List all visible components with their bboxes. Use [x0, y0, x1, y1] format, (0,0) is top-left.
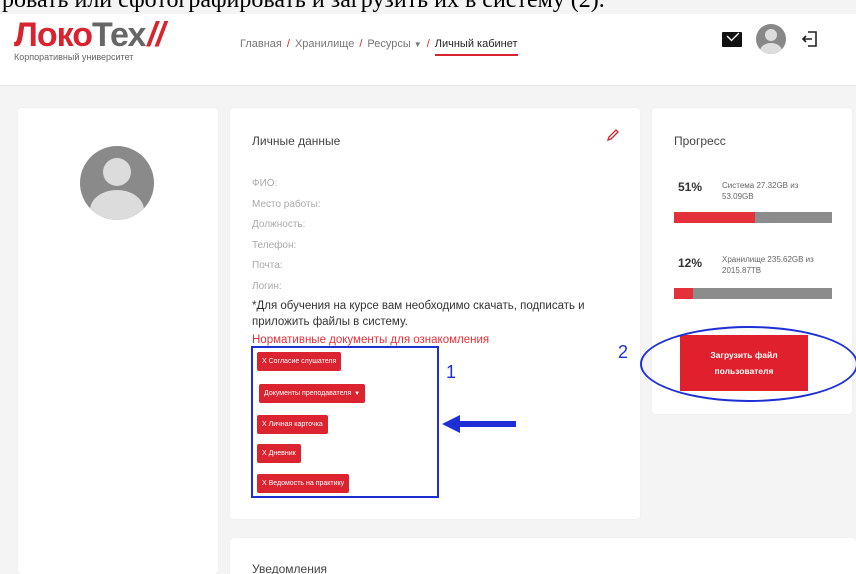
annotation-box-1 — [251, 346, 439, 498]
profile-card — [18, 108, 218, 574]
storage-progress-bar — [674, 288, 832, 299]
system-progress-bar — [674, 212, 832, 223]
logo-slash-icon: // — [147, 16, 165, 54]
field-position: Должность: — [252, 219, 306, 230]
personal-data-title: Личные данные — [252, 134, 341, 148]
instruction-note: *Для обучения на курсе вам необходимо ск… — [252, 300, 585, 328]
field-workplace: Место работы: — [252, 198, 321, 210]
system-progress-fill — [674, 212, 755, 223]
logo[interactable]: ЛокоТех// Корпоративный университет — [14, 16, 165, 62]
nav-storage[interactable]: Хранилище — [295, 38, 354, 50]
notifications-card: Уведомления — [230, 538, 856, 574]
storage-progress-fill — [674, 288, 693, 299]
header-icons — [722, 24, 820, 54]
field-phone: Телефон: — [252, 239, 297, 251]
user-avatar-icon[interactable] — [756, 24, 786, 54]
annotation-arrow-icon — [442, 415, 516, 433]
notifications-title: Уведомления — [252, 562, 328, 574]
logo-text: ЛокоТех// — [14, 16, 165, 54]
storage-usage-label: Хранилище 235.62GB из 2015.87TB — [722, 255, 814, 275]
annotation-ellipse-2 — [640, 326, 856, 402]
profile-avatar — [80, 146, 154, 220]
logout-icon[interactable] — [800, 29, 820, 49]
breadcrumb: Главная / Хранилище / Ресурсы ▼ / Личный … — [240, 32, 518, 56]
nav-home[interactable]: Главная — [240, 38, 282, 50]
breadcrumb-separator: / — [359, 38, 363, 50]
nav-resources[interactable]: Ресурсы ▼ — [367, 38, 421, 50]
caret-down-icon: ▼ — [413, 40, 422, 49]
storage-percent: 12% — [678, 256, 703, 270]
system-usage-label: Система 27.32GB из 53.09GB — [722, 181, 799, 201]
field-fio: ФИО: — [252, 178, 278, 189]
annotation-number-1: 1 — [446, 362, 457, 382]
nav-cabinet[interactable]: Личный кабинет — [434, 38, 518, 56]
normative-docs-link[interactable]: Нормативные документы для ознакомления — [252, 334, 489, 346]
breadcrumb-separator: / — [286, 38, 290, 50]
annotation-number-2: 2 — [618, 342, 629, 362]
personal-fields: ФИО: Место работы: Должность: Телефон: П… — [252, 178, 321, 301]
field-email: Почта: — [252, 260, 283, 271]
mail-icon[interactable] — [722, 31, 742, 47]
page-caption: ровать или сфотографировать и загрузить … — [2, 0, 605, 13]
breadcrumb-separator: / — [426, 38, 430, 50]
pencil-edit-icon[interactable] — [606, 128, 620, 142]
header: ЛокоТех// Корпоративный университет Глав… — [0, 14, 856, 86]
progress-title: Прогресс — [674, 134, 726, 148]
system-percent: 51% — [678, 180, 703, 194]
